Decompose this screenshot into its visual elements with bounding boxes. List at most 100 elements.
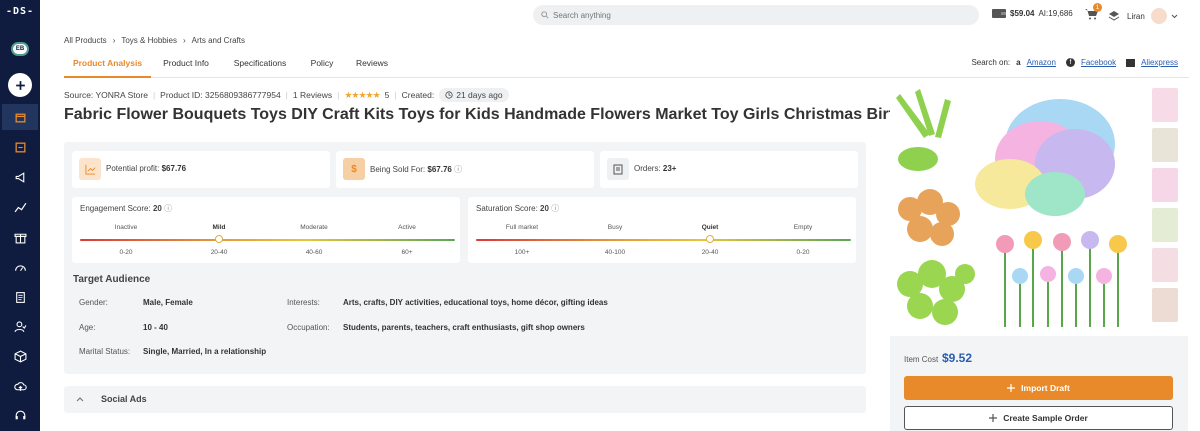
tab-product-info[interactable]: Product Info — [154, 50, 218, 78]
sidebar-item-store[interactable] — [10, 137, 30, 157]
chevron-right-icon: › — [112, 36, 116, 45]
breadcrumb-all-products[interactable]: All Products — [64, 36, 107, 45]
purchase-panel: Item Cost $9.52 Import Draft Create Samp… — [890, 336, 1188, 431]
created-badge: 21 days ago — [439, 88, 509, 102]
balance-value: $59.04 — [1010, 8, 1035, 18]
notifications-button[interactable]: 1 — [1085, 3, 1102, 20]
search-amazon-link[interactable]: Amazon — [1027, 58, 1056, 67]
tab-policy[interactable]: Policy — [302, 50, 342, 78]
review-count[interactable]: 1 Reviews — [293, 90, 332, 100]
sidebar-item-products[interactable] — [2, 104, 38, 130]
marital-label: Marital Status: — [79, 347, 131, 356]
sidebar-item-orders[interactable] — [10, 287, 30, 307]
store-badge-icon[interactable]: EB — [10, 39, 30, 59]
tab-bar: Product Analysis Product Info Specificat… — [64, 50, 1189, 78]
sidebar-item-ads[interactable] — [10, 167, 30, 187]
user-check-icon — [14, 320, 26, 332]
headset-icon — [15, 410, 25, 419]
gauge-icon — [14, 264, 26, 271]
aliexpress-icon — [1126, 58, 1136, 67]
created-label: Created: — [401, 90, 435, 100]
engagement-scale — [80, 239, 455, 241]
sidebar-item-trends[interactable] — [10, 197, 30, 217]
thumbnail[interactable] — [1152, 88, 1178, 122]
sold-card: $ Being Sold For: $67.76 ⓘ — [336, 151, 594, 188]
topbar: $59.04 AI:19,686 1 Liran — [40, 0, 1200, 30]
thumbnail[interactable] — [1152, 248, 1178, 282]
orders-stat: Orders: 23+ — [634, 164, 676, 173]
divider: | — [394, 90, 397, 100]
search-aliexpress-link[interactable]: Aliexpress — [1141, 58, 1178, 67]
info-icon[interactable]: ⓘ — [164, 204, 172, 213]
tab-product-analysis[interactable]: Product Analysis — [64, 50, 151, 78]
app-logo[interactable]: -DS- — [0, 6, 40, 17]
thumbnail[interactable] — [1152, 208, 1178, 242]
facebook-icon: f — [1065, 58, 1075, 67]
user-name: Liran — [1127, 11, 1145, 21]
product-main-image[interactable] — [890, 84, 1150, 332]
user-menu[interactable]: Liran — [1108, 8, 1178, 24]
profit-value: $67.76 — [161, 164, 187, 173]
sidebar-item-packages[interactable] — [10, 346, 30, 366]
add-button[interactable] — [8, 73, 32, 97]
divider: | — [337, 90, 340, 100]
saturation-label: Saturation Score: — [476, 204, 538, 213]
store-icon — [15, 142, 25, 152]
sidebar-item-upload[interactable] — [10, 376, 30, 396]
search-facebook-link[interactable]: Facebook — [1081, 58, 1116, 67]
create-sample-order-button[interactable]: Create Sample Order — [904, 406, 1173, 430]
breadcrumb-arts-crafts[interactable]: Arts and Crafts — [192, 36, 245, 45]
breadcrumb-toys-hobbies[interactable]: Toys & Hobbies — [121, 36, 177, 45]
global-search[interactable] — [533, 5, 979, 25]
social-ads-section[interactable]: Social Ads — [64, 386, 866, 413]
create-sample-order-label: Create Sample Order — [1003, 413, 1088, 423]
sidebar-item-gifts[interactable] — [10, 227, 30, 247]
cloud-upload-icon — [13, 381, 27, 391]
saturation-level-1: Busy — [607, 224, 623, 231]
box-icon — [14, 349, 26, 363]
sidebar: -DS- EB — [0, 0, 40, 431]
profit-label: Potential profit: — [106, 164, 160, 173]
thumbnail[interactable] — [1152, 168, 1178, 202]
thumbnail[interactable] — [1152, 288, 1178, 322]
analysis-panel: Potential profit: $67.76 $ Being Sold Fo… — [64, 142, 866, 374]
chart-line-icon — [14, 202, 26, 212]
occupation-value: Students, parents, teachers, craft enthu… — [343, 323, 585, 332]
profit-card: Potential profit: $67.76 — [72, 151, 330, 188]
sidebar-item-users[interactable] — [10, 316, 30, 336]
search-input[interactable] — [553, 10, 953, 20]
rating-value: 5 — [384, 90, 390, 100]
target-audience: Target Audience Gender: Male, Female Age… — [64, 254, 866, 374]
search-on: Search on: a Amazon f Facebook Aliexpres… — [971, 58, 1178, 67]
breadcrumb: All Products › Toys & Hobbies › Arts and… — [64, 36, 245, 45]
interests-label: Interests: — [287, 298, 320, 307]
tab-reviews[interactable]: Reviews — [349, 50, 395, 78]
stack-icon — [1108, 11, 1120, 21]
plus-icon — [989, 414, 998, 422]
chevron-right-icon: › — [182, 36, 186, 45]
tab-specifications[interactable]: Specifications — [224, 50, 296, 78]
profit-stat: Potential profit: $67.76 — [106, 164, 186, 173]
engagement-level-0: Inactive — [114, 224, 138, 231]
amazon-icon: a — [1016, 58, 1021, 67]
info-icon[interactable]: ⓘ — [551, 204, 559, 213]
engagement-value: 20 — [152, 204, 162, 213]
import-draft-button[interactable]: Import Draft — [904, 376, 1173, 400]
sidebar-item-speed[interactable] — [10, 257, 30, 277]
engagement-level-1: Mild — [212, 224, 226, 231]
thumbnail-strip — [1152, 88, 1178, 328]
thumbnail[interactable] — [1152, 128, 1178, 162]
product-source: Source: YONRA Store — [64, 90, 148, 100]
age-label: Age: — [79, 323, 96, 332]
sidebar-item-support[interactable] — [10, 405, 30, 425]
clock-icon — [445, 91, 453, 99]
chevron-up-icon[interactable] — [76, 396, 84, 402]
sold-label: Being Sold For: — [370, 165, 426, 174]
search-on-label: Search on: — [971, 58, 1011, 67]
divider: | — [152, 90, 156, 100]
info-icon[interactable]: ⓘ — [454, 165, 462, 174]
item-cost-label: Item Cost — [904, 355, 939, 364]
import-draft-label: Import Draft — [1021, 383, 1070, 393]
avatar[interactable] — [1150, 8, 1167, 24]
wallet[interactable]: $59.04 AI:19,686 — [992, 8, 1073, 18]
